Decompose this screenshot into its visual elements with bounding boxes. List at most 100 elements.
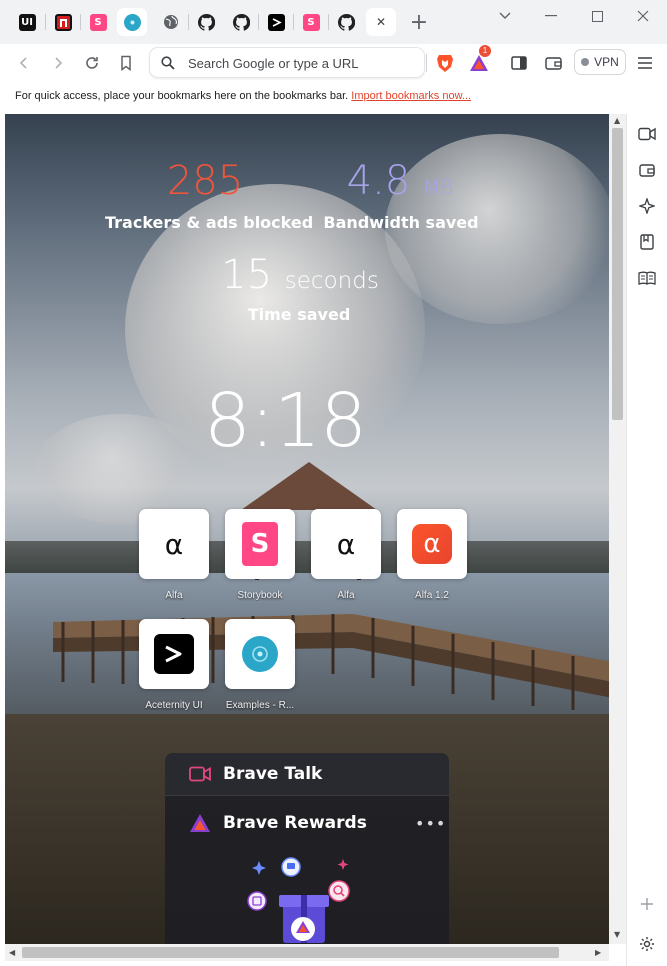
toolbar: Search Google or type a URL 1 VPN xyxy=(0,44,667,82)
plus-icon xyxy=(641,898,653,910)
alfa-logo-icon: α xyxy=(164,527,184,561)
sidebar-toggle-button[interactable] xyxy=(507,51,531,75)
top-site-tile[interactable] xyxy=(139,619,209,689)
rewards-triangle-icon xyxy=(190,814,210,832)
vpn-status-dot xyxy=(581,58,590,66)
rewards-notification-badge: 1 xyxy=(479,45,491,57)
react-icon xyxy=(123,13,141,31)
widget-stack: Brave Talk Brave Rewards ••• xyxy=(165,753,449,944)
tab-storybook-2[interactable]: S xyxy=(297,8,325,36)
sidebar-leo-button[interactable] xyxy=(637,196,657,216)
sidebar-add-button[interactable] xyxy=(637,894,657,914)
horizontal-scrollbar-thumb[interactable] xyxy=(22,947,559,958)
background-pavilion xyxy=(241,462,377,510)
sidebar-bookmarks-button[interactable] xyxy=(637,232,657,252)
brave-talk-card[interactable]: Brave Talk xyxy=(165,753,449,795)
brave-rewards-title: Brave Rewards xyxy=(223,813,367,833)
top-site-tile[interactable]: α xyxy=(311,509,381,579)
video-camera-icon xyxy=(638,127,656,141)
maximize-button[interactable] xyxy=(582,4,612,28)
back-button[interactable] xyxy=(12,51,36,75)
top-site-label: Alfa xyxy=(337,590,355,601)
sidebar-settings-button[interactable] xyxy=(637,934,657,954)
tab-separator xyxy=(258,14,259,30)
sidebar-wallet-button[interactable] xyxy=(637,160,657,180)
top-site-tile[interactable]: α xyxy=(397,509,467,579)
alfa-logo-icon: α xyxy=(336,527,356,561)
tab-github-3[interactable] xyxy=(332,8,360,36)
main-menu-button[interactable] xyxy=(633,51,657,75)
new-tab-page: 285 Trackers & ads blocked 4.8 MB Bandwi… xyxy=(5,114,609,944)
sidebar-brave-talk-button[interactable] xyxy=(637,124,657,144)
tab-n[interactable] xyxy=(49,8,77,36)
bandwidth-saved-label: Bandwidth saved xyxy=(323,213,479,232)
card-divider xyxy=(165,795,449,796)
scroll-up-arrow-icon[interactable]: ▲ xyxy=(614,116,620,125)
hamburger-menu-icon xyxy=(638,57,652,69)
tab-storybook[interactable]: S xyxy=(84,8,112,36)
new-tab-button[interactable]: + xyxy=(408,9,430,35)
import-bookmarks-link[interactable]: Import bookmarks now... xyxy=(351,90,471,102)
rewards-illustration-icon xyxy=(247,857,350,943)
vertical-scrollbar[interactable]: ▲ ▼ xyxy=(609,114,626,944)
horizontal-scrollbar[interactable]: ◀ ▶ xyxy=(5,944,609,961)
top-site-label: Examples - R... xyxy=(225,700,295,711)
vpn-label: VPN xyxy=(594,55,619,69)
scroll-down-arrow-icon[interactable]: ▼ xyxy=(614,930,620,939)
tab-globe[interactable] xyxy=(157,8,185,36)
toolbar-divider xyxy=(426,54,427,72)
bookmarks-bar: For quick access, place your bookmarks h… xyxy=(0,82,667,112)
tab-strip: UI S S ✕ + xyxy=(0,0,667,44)
tab-ui[interactable]: UI xyxy=(13,8,41,36)
scroll-left-arrow-icon[interactable]: ◀ xyxy=(9,948,15,957)
bookmark-button[interactable] xyxy=(114,51,138,75)
minimize-button[interactable] xyxy=(536,4,566,28)
more-options-icon[interactable]: ••• xyxy=(415,814,446,833)
time-saved-label: Time saved xyxy=(247,305,351,324)
tab-separator xyxy=(45,14,46,30)
brave-rewards-card-header[interactable]: Brave Rewards xyxy=(165,802,449,844)
forward-button[interactable] xyxy=(46,51,70,75)
tab-separator xyxy=(80,14,81,30)
close-window-button[interactable] xyxy=(628,4,658,28)
top-site-label: Aceternity UI xyxy=(145,700,203,711)
vpn-button[interactable]: VPN xyxy=(574,49,626,75)
alfa-orange-logo-icon: α xyxy=(412,524,452,564)
storybook-icon: S xyxy=(302,13,320,31)
bookmarks-icon xyxy=(640,234,654,250)
sidebar-reading-list-button[interactable] xyxy=(637,268,657,288)
tab-active-react[interactable] xyxy=(117,8,147,36)
close-tab-icon[interactable]: ✕ xyxy=(376,15,386,29)
top-site-tile[interactable]: S xyxy=(225,509,295,579)
tab-separator xyxy=(293,14,294,30)
tab-aceternity[interactable] xyxy=(262,8,290,36)
right-sidebar xyxy=(626,114,667,966)
brave-rewards-button[interactable]: 1 xyxy=(467,45,491,75)
top-site-label: Alfa 1.2 xyxy=(415,590,449,601)
address-bar[interactable]: Search Google or type a URL xyxy=(149,47,425,78)
examples-logo-icon xyxy=(242,636,278,672)
video-camera-icon xyxy=(189,766,211,782)
time-saved-value: 15 seconds xyxy=(221,252,379,298)
tab-separator xyxy=(188,14,189,30)
tab-github[interactable] xyxy=(192,8,220,36)
n-logo-icon xyxy=(54,13,72,31)
wallet-icon xyxy=(639,164,655,177)
github-icon xyxy=(232,13,250,31)
globe-icon xyxy=(164,15,178,29)
top-site-tile[interactable]: α xyxy=(139,509,209,579)
brave-lion-icon xyxy=(437,55,453,72)
scroll-right-arrow-icon[interactable]: ▶ xyxy=(595,948,601,957)
tab-current-new-tab[interactable]: ✕ xyxy=(366,8,396,36)
tab-github[interactable] xyxy=(227,8,255,36)
tab-search-chevron-icon[interactable] xyxy=(490,4,520,28)
brave-shields-button[interactable] xyxy=(433,51,457,75)
reload-button[interactable] xyxy=(80,51,104,75)
top-site-label: Alfa xyxy=(165,590,183,601)
background-cloud xyxy=(35,414,205,524)
vertical-scrollbar-thumb[interactable] xyxy=(612,128,623,420)
search-icon xyxy=(161,56,175,70)
background-horizon xyxy=(5,541,609,573)
wallet-button[interactable] xyxy=(541,51,565,75)
top-site-tile[interactable] xyxy=(225,619,295,689)
